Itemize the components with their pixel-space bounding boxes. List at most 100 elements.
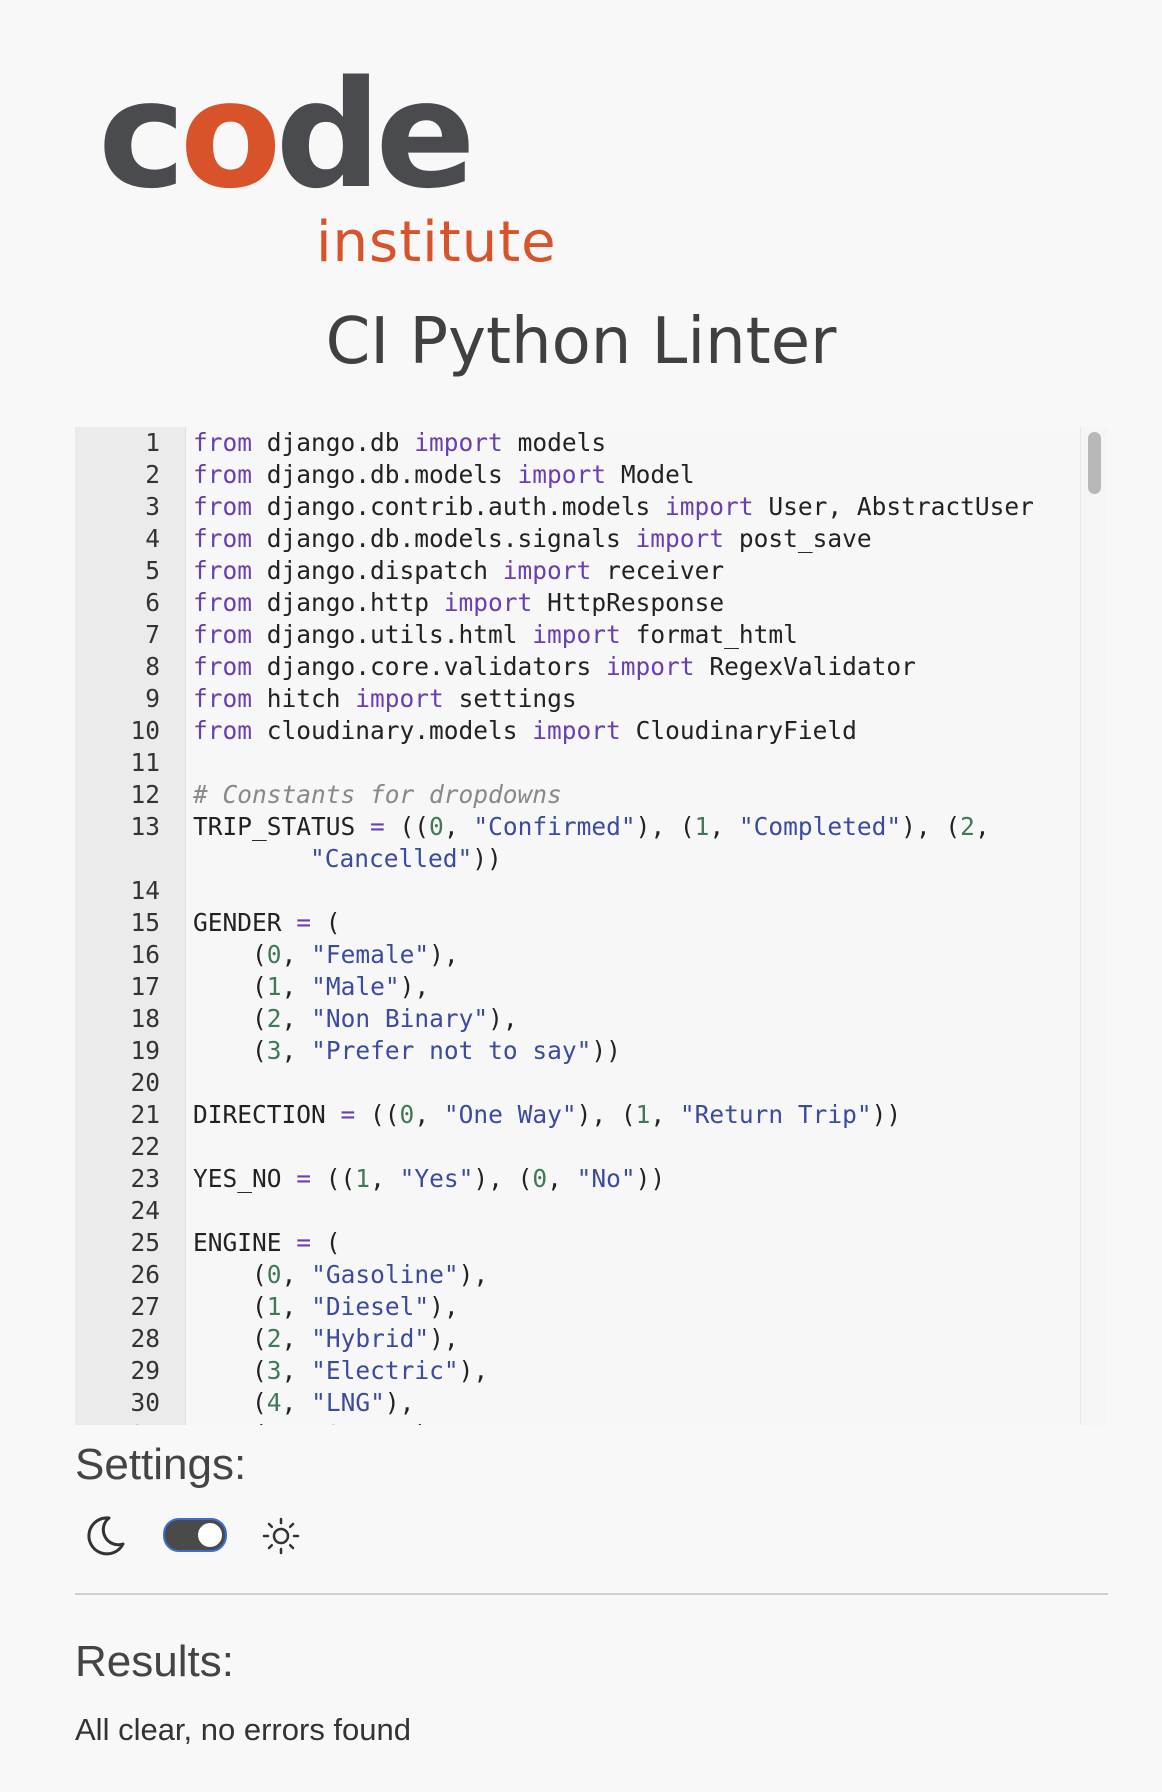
code-token: ( bbox=[193, 1420, 267, 1425]
code-token: from bbox=[193, 460, 253, 489]
code-token: (( bbox=[384, 812, 430, 841]
code-line[interactable]: 2 from django.db.models import Model bbox=[75, 459, 1078, 491]
code-line[interactable]: 20 bbox=[75, 1067, 1078, 1099]
code-line[interactable]: 15 GENDER = ( bbox=[75, 907, 1078, 939]
code-token: ) bbox=[414, 1420, 429, 1425]
code-token: ), bbox=[429, 1324, 459, 1353]
code-text: YES_NO = ((1, "Yes"), (0, "No")) bbox=[135, 1163, 1063, 1195]
code-line[interactable]: 25 ENGINE = ( bbox=[75, 1227, 1078, 1259]
code-token: ENGINE bbox=[193, 1228, 297, 1257]
page-title: CI Python Linter bbox=[325, 305, 837, 379]
code-token: hitch bbox=[266, 684, 356, 713]
code-token: 3 bbox=[266, 1356, 282, 1385]
code-token: from bbox=[193, 684, 253, 713]
code-token: DIRECTION bbox=[193, 1100, 341, 1129]
code-token: "Diesel" bbox=[311, 1292, 430, 1321]
code-line[interactable]: 30 (4, "LNG"), bbox=[75, 1387, 1078, 1419]
code-token: ( bbox=[193, 972, 267, 1001]
code-line[interactable]: 8 from django.core.validators import Rege… bbox=[75, 651, 1078, 683]
code-token: django.utils.html bbox=[266, 620, 533, 649]
code-line[interactable]: 21 DIRECTION = ((0, "One Way"), (1, "Retu… bbox=[75, 1099, 1078, 1131]
code-token: 5 bbox=[267, 1420, 282, 1425]
code-token: CloudinaryField bbox=[635, 716, 857, 745]
code-token: ( bbox=[193, 1356, 267, 1385]
code-text: from hitch import settings bbox=[135, 683, 1063, 715]
code-text: (3, "Prefer not to say")) bbox=[135, 1035, 1063, 1067]
code-token: django.db.models.signals bbox=[266, 524, 636, 553]
code-line[interactable]: 9 from hitch import settings bbox=[75, 683, 1078, 715]
code-token: ( bbox=[311, 908, 341, 937]
code-line[interactable]: 22 bbox=[75, 1131, 1078, 1163]
code-token: "Hybrid" bbox=[311, 1324, 430, 1353]
code-token: ), bbox=[488, 1004, 518, 1033]
code-token: = bbox=[370, 812, 385, 841]
code-token: from bbox=[193, 588, 253, 617]
code-lines[interactable]: 1 from django.db import models 2 from djang… bbox=[75, 427, 1078, 1425]
code-line[interactable]: 11 bbox=[75, 747, 1078, 779]
code-editor[interactable]: 1 from django.db import models 2 from djang… bbox=[75, 427, 1078, 1425]
code-token: ), ( bbox=[901, 812, 961, 841]
code-line[interactable]: 18 (2, "Non Binary"), bbox=[75, 1003, 1078, 1035]
code-text: (3, "Electric"), bbox=[135, 1355, 1063, 1387]
code-token: import bbox=[443, 588, 533, 617]
code-token: django.core.validators bbox=[266, 652, 607, 681]
code-token: , bbox=[709, 812, 739, 841]
code-line[interactable]: 10 from cloudinary.models import Cloudina… bbox=[75, 715, 1078, 747]
line-number: 22 bbox=[130, 1132, 160, 1161]
code-line[interactable]: 13 TRIP_STATUS = ((0, "Confirmed"), (1, "… bbox=[75, 811, 1078, 875]
logo-subtitle: institute bbox=[316, 210, 557, 275]
code-line[interactable]: 31 (5, "OTHER") bbox=[75, 1419, 1078, 1425]
code-token: , bbox=[443, 812, 474, 841]
code-line[interactable]: 7 from django.utils.html import format_ht… bbox=[75, 619, 1078, 651]
code-line[interactable]: 3 from django.contrib.auth.models import … bbox=[75, 491, 1078, 523]
code-token: "OTHER" bbox=[311, 1420, 414, 1425]
code-token: (( bbox=[355, 1100, 400, 1129]
code-token: "Male" bbox=[311, 972, 400, 1001]
code-token: format_html bbox=[635, 620, 798, 649]
code-token: "Return Trip" bbox=[679, 1100, 872, 1129]
code-text: TRIP_STATUS = ((0, "Confirmed"), (1, "Co… bbox=[193, 811, 1078, 875]
theme-toggle[interactable] bbox=[163, 1518, 227, 1552]
code-line[interactable]: 27 (1, "Diesel"), bbox=[75, 1291, 1078, 1323]
code-text: (5, "OTHER") bbox=[135, 1419, 1063, 1425]
code-token: ), ( bbox=[576, 1100, 636, 1129]
code-line[interactable]: 5 from django.dispatch import receiver bbox=[75, 555, 1078, 587]
code-token: from bbox=[193, 620, 253, 649]
code-token: import bbox=[517, 460, 607, 489]
code-token: , bbox=[282, 1420, 312, 1425]
code-token: 3 bbox=[266, 1036, 282, 1065]
logo-wordmark: code bbox=[98, 49, 476, 221]
code-line[interactable]: 23 YES_NO = ((1, "Yes"), (0, "No")) bbox=[75, 1163, 1078, 1195]
code-token: Model bbox=[620, 460, 695, 489]
code-token: "Female" bbox=[311, 940, 430, 969]
editor-scrollbar[interactable] bbox=[1080, 427, 1107, 1425]
code-token: , bbox=[281, 1324, 312, 1353]
code-token: ), bbox=[458, 1356, 489, 1385]
code-text: from django.db.models import Model bbox=[135, 459, 1063, 491]
code-line[interactable]: 24 bbox=[75, 1195, 1078, 1227]
code-token: ), bbox=[458, 1260, 489, 1289]
code-token: 1 bbox=[266, 1292, 282, 1321]
code-text: GENDER = ( bbox=[135, 907, 1063, 939]
code-line[interactable]: 4 from django.db.models.signals import po… bbox=[75, 523, 1078, 555]
code-token: "Completed" bbox=[738, 812, 902, 841]
code-token: ), bbox=[429, 1292, 459, 1321]
code-line[interactable]: 1 from django.db import models bbox=[75, 427, 1078, 459]
code-line[interactable]: 19 (3, "Prefer not to say")) bbox=[75, 1035, 1078, 1067]
code-line[interactable]: 16 (0, "Female"), bbox=[75, 939, 1078, 971]
code-token: , bbox=[281, 1260, 312, 1289]
code-line[interactable]: 6 from django.http import HttpResponse bbox=[75, 587, 1078, 619]
code-line[interactable]: 26 (0, "Gasoline"), bbox=[75, 1259, 1078, 1291]
code-token: , bbox=[281, 1004, 312, 1033]
code-line[interactable]: 12 # Constants for dropdowns bbox=[75, 779, 1078, 811]
code-token: import bbox=[635, 524, 725, 553]
code-line[interactable]: 17 (1, "Male"), bbox=[75, 971, 1078, 1003]
code-token: receiver bbox=[606, 556, 725, 585]
code-line[interactable]: 28 (2, "Hybrid"), bbox=[75, 1323, 1078, 1355]
code-text: DIRECTION = ((0, "One Way"), (1, "Return… bbox=[135, 1099, 1063, 1131]
code-token: 1 bbox=[694, 812, 710, 841]
code-line[interactable]: 14 bbox=[75, 875, 1078, 907]
code-line[interactable]: 29 (3, "Electric"), bbox=[75, 1355, 1078, 1387]
code-token: = bbox=[296, 908, 312, 937]
scrollbar-thumb[interactable] bbox=[1088, 432, 1101, 494]
